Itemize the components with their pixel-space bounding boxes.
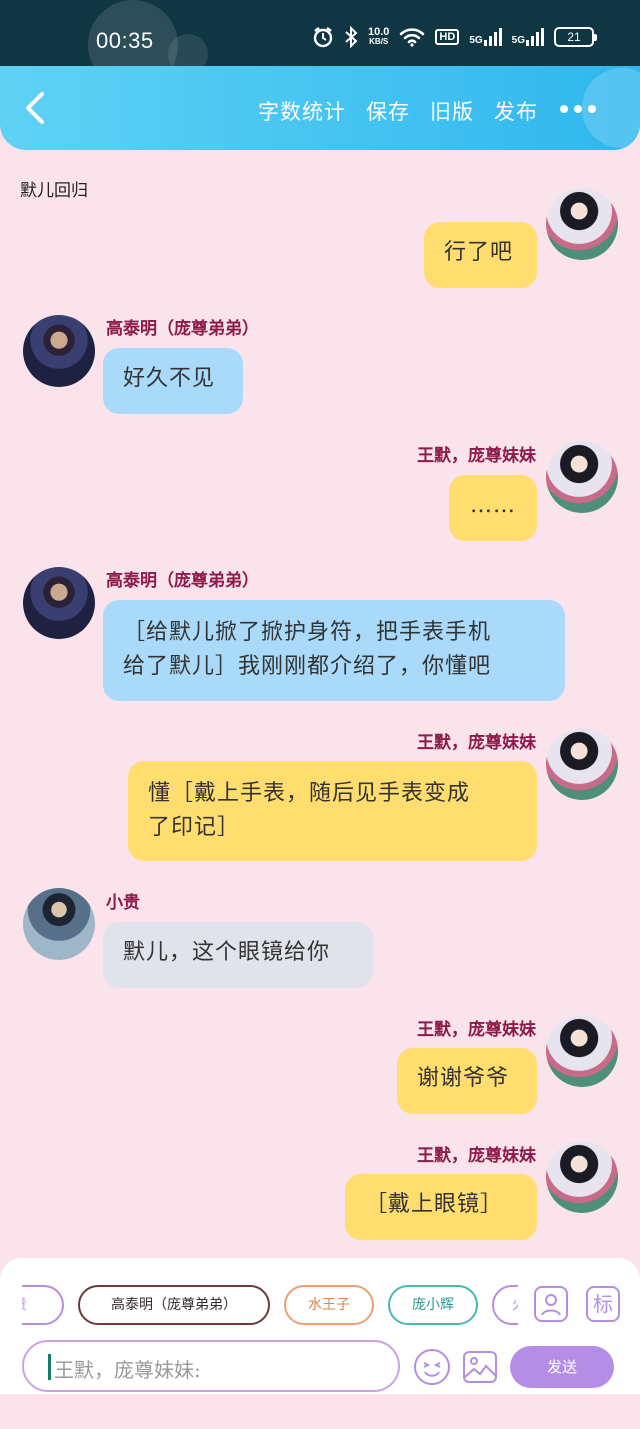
old-version-button[interactable]: 旧版	[430, 96, 474, 126]
speaker-name: 小贵	[106, 893, 140, 913]
message-bubble: 好久不见	[103, 348, 243, 414]
message-bubble: 默儿，这个眼镜给你	[103, 922, 373, 988]
network-speed: 10.0 KB/S	[368, 26, 390, 47]
publish-button[interactable]: 发布	[494, 96, 538, 126]
message-bubble: ［给默儿掀了掀护身符，把手表手机 给了默儿］我刚刚都介绍了，你懂吧	[103, 600, 565, 701]
message-line: 了印记］	[148, 815, 241, 840]
status-icons: 10.0 KB/S HD 5G 5G 21	[312, 26, 597, 48]
back-arrow-icon[interactable]	[16, 88, 56, 128]
message-input[interactable]: 王默，庞尊妹妹:	[22, 1340, 400, 1392]
header-actions: 字数统计 保存 旧版 发布	[258, 96, 538, 126]
composer-panel: 小贵 高泰明（庞尊弟弟） 水王子 庞小辉 火 标 王默，庞尊妹妹: 发送	[0, 1258, 640, 1394]
speaker-name: 高泰明（庞尊弟弟）	[106, 571, 259, 591]
bluetooth-icon	[345, 26, 358, 48]
status-bar: 00:35 10.0 KB/S HD 5G 5G 21	[0, 0, 640, 90]
clock: 00:35	[96, 28, 154, 53]
character-chip[interactable]: 小贵	[22, 1285, 64, 1325]
avatar[interactable]	[546, 1015, 618, 1087]
speaker-name: 王默，庞尊妹妹	[417, 733, 536, 753]
input-placeholder: 王默，庞尊妹妹:	[54, 1358, 201, 1382]
more-options-icon[interactable]	[560, 105, 596, 113]
send-button[interactable]: 发送	[510, 1346, 614, 1388]
wifi-icon	[400, 28, 425, 47]
bottom-strip	[0, 1394, 640, 1429]
message-bubble: 懂［戴上手表，随后见手表变成 了印记］	[128, 761, 537, 861]
message-bubble: ……	[449, 475, 537, 541]
signal-sim2: 5G	[512, 28, 544, 46]
role-card-button[interactable]	[534, 1286, 568, 1322]
image-icon[interactable]	[462, 1350, 498, 1384]
avatar[interactable]	[23, 315, 95, 387]
speaker-name: 王默，庞尊妹妹	[417, 446, 536, 466]
message-line: ［给默儿掀了掀护身符，把手表手机	[123, 620, 492, 645]
avatar[interactable]	[23, 888, 95, 960]
emoji-icon[interactable]	[413, 1348, 451, 1386]
tag-button[interactable]: 标	[586, 1286, 620, 1322]
document-title: 默儿回归	[20, 181, 88, 201]
battery-indicator: 21	[554, 27, 597, 47]
character-chip[interactable]: 火	[492, 1285, 518, 1325]
speaker-name: 王默，庞尊妹妹	[417, 1146, 536, 1166]
avatar[interactable]	[546, 188, 618, 260]
message-bubble: ［戴上眼镜］	[345, 1174, 537, 1240]
avatar[interactable]	[23, 567, 95, 639]
alarm-icon	[313, 27, 333, 48]
avatar[interactable]	[546, 441, 618, 513]
message-line: 懂［戴上手表，随后见手表变成	[148, 781, 471, 806]
message-bubble: 谢谢爷爷	[397, 1048, 537, 1114]
signal-sim1: 5G	[469, 28, 502, 46]
user-card-icon	[541, 1294, 561, 1316]
character-chip[interactable]: 水王子	[284, 1285, 374, 1325]
message-line: 给了默儿］我刚刚都介绍了，你懂吧	[123, 654, 492, 679]
speaker-name: 高泰明（庞尊弟弟）	[106, 319, 259, 339]
save-button[interactable]: 保存	[366, 96, 410, 126]
avatar[interactable]	[546, 728, 618, 800]
hd-badge: HD	[435, 29, 460, 45]
character-selector[interactable]: 小贵 高泰明（庞尊弟弟） 水王子 庞小辉 火	[22, 1285, 518, 1327]
character-chip[interactable]: 高泰明（庞尊弟弟）	[78, 1285, 270, 1325]
word-count-button[interactable]: 字数统计	[258, 96, 346, 126]
speaker-name: 王默，庞尊妹妹	[417, 1020, 536, 1040]
character-chip[interactable]: 庞小辉	[388, 1285, 478, 1325]
avatar[interactable]	[546, 1141, 618, 1213]
text-cursor	[48, 1354, 51, 1380]
app-header: 字数统计 保存 旧版 发布	[0, 66, 640, 150]
message-bubble: 行了吧	[424, 222, 537, 288]
